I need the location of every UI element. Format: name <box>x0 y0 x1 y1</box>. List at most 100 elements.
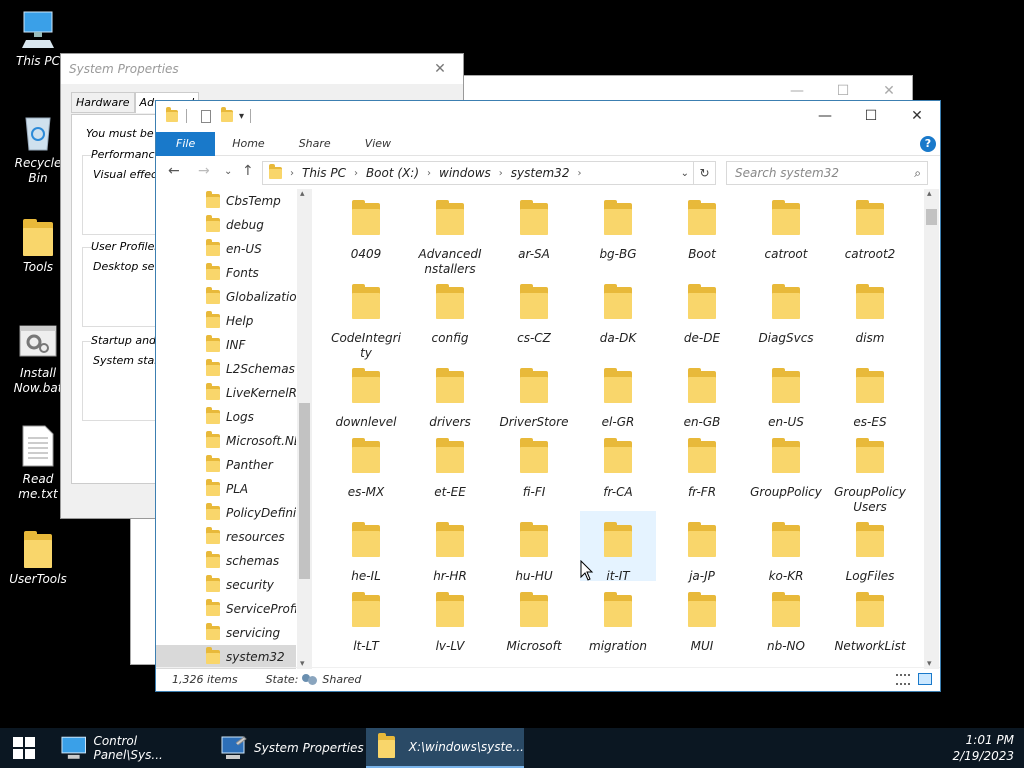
folder-item[interactable]: GroupPolicy Users <box>832 427 908 514</box>
folder-item[interactable]: ja-JP <box>664 511 740 583</box>
folder-item[interactable]: Microsoft <box>496 581 572 661</box>
nav-item-system32[interactable]: system32 <box>156 645 296 669</box>
system-clock[interactable]: 1:01 PM 2/19/2023 <box>952 732 1014 764</box>
nav-item-policydefiniti[interactable]: PolicyDefiniti <box>156 501 296 525</box>
minimize-icon[interactable]: — <box>802 101 848 131</box>
folder-item[interactable]: NetworkList <box>832 581 908 661</box>
nav-item-security[interactable]: security <box>156 573 296 597</box>
maximize-icon[interactable]: ☐ <box>848 101 894 131</box>
tab-view[interactable]: View <box>348 132 408 156</box>
nav-item-schemas[interactable]: schemas <box>156 549 296 573</box>
properties-icon[interactable] <box>201 109 211 123</box>
navigation-pane[interactable]: CbsTemp debug en-US Fonts Globalization Help I… <box>156 189 312 669</box>
up-icon[interactable]: ↑ <box>242 163 254 179</box>
nav-item-microsoft-net[interactable]: Microsoft.NET <box>156 429 296 453</box>
tab-home[interactable]: Home <box>215 132 281 156</box>
help-icon[interactable]: ? <box>920 136 936 152</box>
nav-item-fonts[interactable]: Fonts <box>156 261 296 285</box>
folder-item[interactable]: GroupPolicy <box>748 427 824 507</box>
close-icon[interactable]: ✕ <box>894 101 940 131</box>
nav-item-resources[interactable]: resources <box>156 525 296 549</box>
scroll-up-icon[interactable]: ▴ <box>927 189 932 199</box>
folder-item[interactable]: DriverStore <box>496 357 572 437</box>
folder-item[interactable]: lt-LT <box>328 581 404 661</box>
close-icon[interactable]: ✕ <box>417 54 463 84</box>
scrollbar-thumb[interactable] <box>926 209 937 225</box>
folder-item[interactable]: catroot <box>748 189 824 269</box>
nav-item-serviceprofile[interactable]: ServiceProfile <box>156 597 296 621</box>
nav-item-en-us[interactable]: en-US <box>156 237 296 261</box>
folder-item[interactable]: fi-FI <box>496 427 572 507</box>
recent-locations-icon[interactable]: ⌄ <box>224 166 232 177</box>
folder-item[interactable]: ar-SA <box>496 189 572 269</box>
start-button[interactable] <box>0 728 48 768</box>
tab-share[interactable]: Share <box>282 132 348 156</box>
forward-icon[interactable]: → <box>198 163 210 179</box>
breadcrumb-boot[interactable]: Boot (X:) <box>366 166 419 180</box>
file-list[interactable]: 0409 AdvancedI nstallers ar-SA bg-BG Boot cat… <box>316 189 926 667</box>
breadcrumb-system32[interactable]: system32 <box>511 166 570 180</box>
folder-item[interactable]: bg-BG <box>580 189 656 269</box>
folder-item[interactable]: es-ES <box>832 357 908 437</box>
folder-item[interactable]: CodeIntegri ty <box>328 273 404 360</box>
folder-item[interactable]: he-IL <box>328 511 404 583</box>
nav-item-panther[interactable]: Panther <box>156 453 296 477</box>
folder-item[interactable]: da-DK <box>580 273 656 353</box>
folder-item[interactable]: en-US <box>748 357 824 437</box>
address-bar[interactable]: › This PC › Boot (X:) › windows › system… <box>262 161 716 185</box>
navigation-pane-scrollbar[interactable]: ▴ ▾ <box>297 189 312 669</box>
file-explorer-window[interactable]: ▾ — ☐ ✕ File Home Share View ? ← → ⌄ ↑ ›… <box>155 100 941 692</box>
folder-item[interactable]: nb-NO <box>748 581 824 661</box>
folder-item[interactable]: AdvancedI nstallers <box>412 189 488 276</box>
nav-item-help[interactable]: Help <box>156 309 296 333</box>
folder-item[interactable]: 0409 <box>328 189 404 269</box>
nav-item-debug[interactable]: debug <box>156 213 296 237</box>
folder-item[interactable]: ko-KR <box>748 511 824 583</box>
large-icons-view-icon[interactable] <box>918 673 932 685</box>
nav-item-servicing[interactable]: servicing <box>156 621 296 645</box>
folder-item[interactable]: LogFiles <box>832 511 908 583</box>
folder-item[interactable]: lv-LV <box>412 581 488 661</box>
nav-item-globalization[interactable]: Globalization <box>156 285 296 309</box>
nav-item-logs[interactable]: Logs <box>156 405 296 429</box>
refresh-icon[interactable]: ↻ <box>693 162 715 184</box>
desktop-icon-usertools[interactable]: UserTools <box>4 530 72 587</box>
folder-item[interactable]: hu-HU <box>496 511 572 583</box>
folder-item[interactable]: config <box>412 273 488 353</box>
file-list-scrollbar[interactable]: ▴ ▾ <box>924 189 939 669</box>
nav-item-l2schemas[interactable]: L2Schemas <box>156 357 296 381</box>
folder-item[interactable]: dism <box>832 273 908 353</box>
folder-item[interactable]: catroot2 <box>832 189 908 269</box>
folder-item[interactable]: downlevel <box>328 357 404 437</box>
folder-item[interactable]: fr-CA <box>580 427 656 507</box>
nav-item-inf[interactable]: INF <box>156 333 296 357</box>
folder-item[interactable]: MUI <box>664 581 740 661</box>
address-dropdown-icon[interactable]: ⌄ <box>681 168 689 179</box>
tab-hardware[interactable]: Hardware <box>71 92 135 113</box>
folder-item[interactable]: fr-FR <box>664 427 740 507</box>
search-input[interactable]: Search system32 ⌕ <box>726 161 928 185</box>
taskbar-item-system-properties[interactable]: System Properties <box>208 728 366 768</box>
scroll-up-icon[interactable]: ▴ <box>300 189 305 199</box>
folder-item[interactable]: Boot <box>664 189 740 269</box>
nav-item-livekernelrep[interactable]: LiveKernelRep <box>156 381 296 405</box>
folder-item[interactable]: el-GR <box>580 357 656 437</box>
tab-file[interactable]: File <box>156 131 216 156</box>
breadcrumb-windows[interactable]: windows <box>439 166 491 180</box>
nav-item-cbstemp[interactable]: CbsTemp <box>156 189 296 213</box>
breadcrumb-this-pc[interactable]: This PC <box>302 166 346 180</box>
folder-item[interactable]: hr-HR <box>412 511 488 583</box>
folder-item[interactable]: migration <box>580 581 656 661</box>
folder-item[interactable]: de-DE <box>664 273 740 353</box>
taskbar-item-control-panel[interactable]: Control Panel\Sys... <box>48 728 208 768</box>
chevron-down-icon[interactable]: ▾ <box>239 111 244 122</box>
scrollbar-thumb[interactable] <box>299 403 310 579</box>
new-folder-icon[interactable] <box>221 107 233 122</box>
taskbar-item-file-explorer[interactable]: X:\windows\syste... <box>366 728 524 768</box>
details-view-icon[interactable] <box>896 674 910 685</box>
folder-item[interactable]: es-MX <box>328 427 404 507</box>
back-icon[interactable]: ← <box>168 163 180 179</box>
folder-item[interactable]: DiagSvcs <box>748 273 824 353</box>
folder-item[interactable]: drivers <box>412 357 488 437</box>
folder-item[interactable]: en-GB <box>664 357 740 437</box>
